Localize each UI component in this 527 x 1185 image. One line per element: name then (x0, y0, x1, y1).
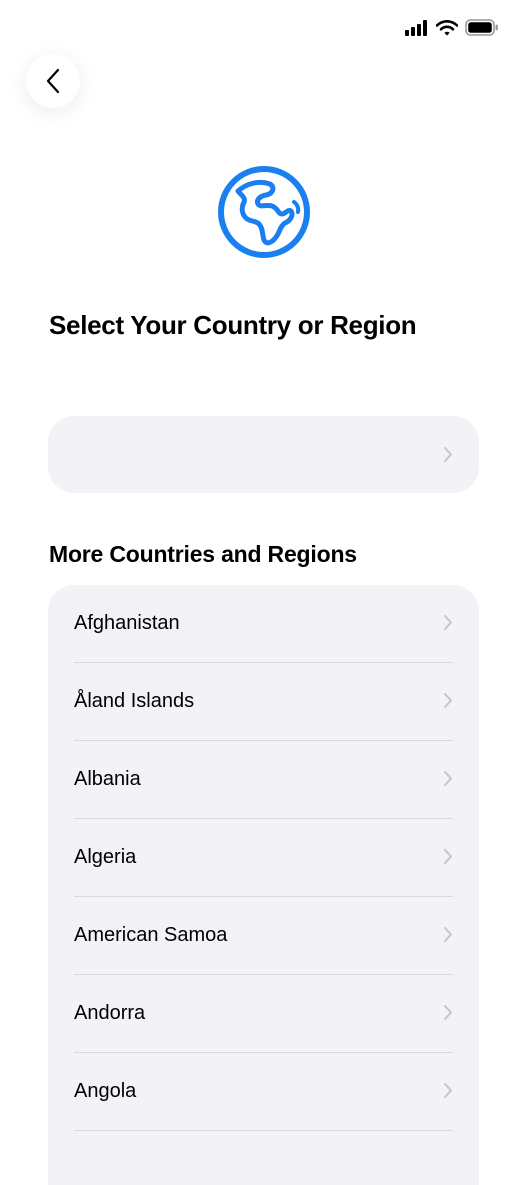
page-title: Select Your Country or Region (49, 310, 417, 340)
chevron-right-icon (444, 447, 452, 462)
chevron-left-icon (46, 68, 60, 94)
country-row-angola[interactable]: Angola (48, 1053, 479, 1131)
country-row-albania[interactable]: Albania (48, 741, 479, 819)
battery-icon (465, 19, 498, 36)
chevron-right-icon (444, 615, 452, 630)
country-label: Åland Islands (74, 690, 195, 712)
chevron-right-icon (444, 1005, 452, 1020)
chevron-right-icon (444, 927, 452, 942)
back-button[interactable] (26, 54, 80, 108)
wifi-icon (436, 19, 458, 36)
country-label: American Samoa (74, 924, 228, 946)
chevron-right-icon (444, 849, 452, 864)
selected-country-row[interactable] (48, 416, 479, 493)
country-label: Albania (74, 768, 141, 790)
country-row-afghanistan[interactable]: Afghanistan (48, 585, 479, 663)
globe-icon (218, 166, 310, 258)
country-row-american-samoa[interactable]: American Samoa (48, 897, 479, 975)
chevron-right-icon (444, 693, 452, 708)
chevron-right-icon (444, 1083, 452, 1098)
country-row-andorra[interactable]: Andorra (48, 975, 479, 1053)
globe-icon-container (216, 164, 312, 260)
status-bar (0, 0, 527, 56)
country-label: Angola (74, 1080, 137, 1102)
country-label: Andorra (74, 1002, 146, 1024)
chevron-right-icon (444, 771, 452, 786)
country-list: Afghanistan Åland Islands Albania Algeri… (48, 585, 479, 1185)
status-icons (405, 19, 499, 36)
cellular-signal-icon (405, 19, 427, 36)
country-row-algeria[interactable]: Algeria (48, 819, 479, 897)
country-label: Algeria (74, 846, 137, 868)
country-label: Afghanistan (74, 612, 180, 634)
country-row-aland-islands[interactable]: Åland Islands (48, 663, 479, 741)
section-title: More Countries and Regions (49, 541, 357, 567)
row-divider (74, 1130, 453, 1131)
